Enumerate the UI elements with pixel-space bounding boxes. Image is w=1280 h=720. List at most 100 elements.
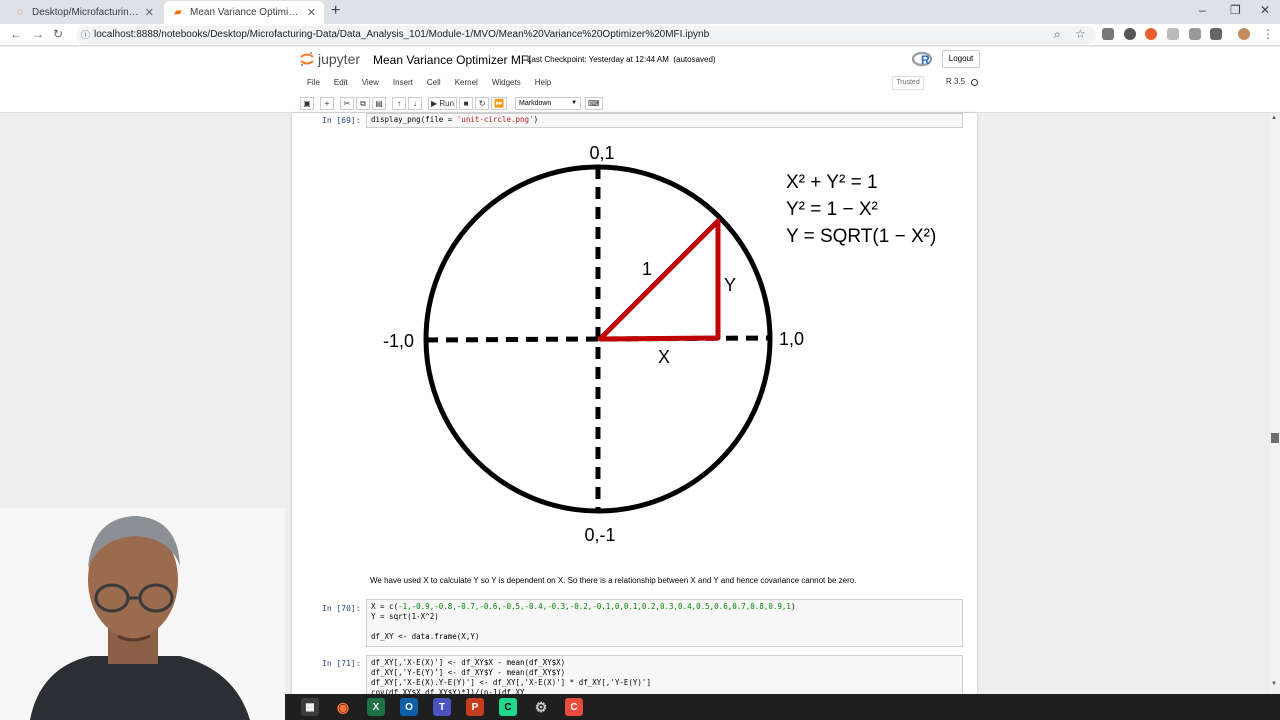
unit-circle-figure: 0,1 0,-1 -1,0 1,0 1 Y X X² + Y² = 1 Y² =… [383,143,936,545]
pycharm-icon[interactable]: C [499,698,517,716]
move-up-icon[interactable]: ↑ [392,96,406,110]
presenter-video-image [0,508,285,720]
url-text: localhost:8888/notebooks/Desktop/Microfa… [94,29,710,40]
code-string: 'unit-circle.png' [456,115,534,124]
jupyter-header: jupyter Mean Variance Optimizer MFI Last… [0,47,1280,113]
markdown-cell-text[interactable]: We have used X to calculate Y so Y is de… [370,576,856,585]
interrupt-icon[interactable]: ■ [459,96,474,110]
tab-close-icon[interactable]: ✕ [145,6,154,19]
back-icon[interactable]: ← [10,27,22,41]
browser-tab-strip: ◌ Desktop/Microfacturing-Data/Da ✕ ▰ Mea… [0,0,1280,24]
jupyter-logo-icon [300,52,314,66]
y-side-label: Y [724,275,736,295]
trusted-indicator[interactable]: Trusted [892,76,924,90]
notebook-toolbar: ▣ + ✂ ⧉ ▤ ↑ ↓ ▶ Run ■ ↻ ⏩ Markdown ▼ ⌨ [300,96,605,110]
powerpoint-icon[interactable]: P [466,698,484,716]
code-line: df_XY[,'X-E(X)'] <- df_XY$X - mean(df_XY… [371,658,566,667]
firefox-icon[interactable]: ◉ [334,698,352,716]
webcam-overlay [0,508,285,720]
teams-icon[interactable]: T [433,698,451,716]
reload-icon[interactable]: ↻ [53,27,63,41]
move-down-icon[interactable]: ↓ [408,96,422,110]
cell-prompt: In [71]: [322,659,361,668]
code-cell-70[interactable]: X = c(-1,-0.9,-0.8,-0.7,-0.6,-0.5,-0.4,-… [366,599,963,647]
forward-icon[interactable]: → [32,27,44,41]
menu-kernel[interactable]: Kernel [455,75,478,91]
r-logo-icon: R [912,51,933,67]
menu-widgets[interactable]: Widgets [492,75,521,91]
menu-edit[interactable]: Edit [334,75,348,91]
tab-title: Desktop/Microfacturing-Data/Da [32,7,141,18]
kernel-name: R 3.5 [946,77,966,86]
scrollbar-thumb[interactable] [1271,433,1279,443]
chevron-down-icon: ▼ [571,99,578,106]
menu-view[interactable]: View [362,75,379,91]
extension-icon[interactable] [1124,28,1136,40]
menu-cell[interactable]: Cell [427,75,441,91]
search-icon[interactable]: ⌕ [1054,27,1061,42]
restart-icon[interactable]: ↻ [475,96,490,110]
browser-tab-notebook[interactable]: ▰ Mean Variance Optimizer MFI - J ✕ [164,1,324,24]
left-point-label: -1,0 [383,331,414,351]
autosave-status: (autosaved) [673,55,716,64]
run-label: Run [439,98,455,108]
checkpoint-status: Last Checkpoint: Yesterday at 12:44 AM (… [527,55,716,64]
browser-tab-desktop[interactable]: ◌ Desktop/Microfacturing-Data/Da ✕ [6,1,162,24]
scroll-up-icon[interactable]: ▲ [1271,115,1277,121]
cell-prompt: In [70]: [322,604,361,613]
cell-prompt: In [69]: [322,116,361,125]
extension-icon[interactable] [1167,28,1179,40]
command-palette-icon[interactable]: ⌨ [585,96,603,110]
bottom-point-label: 0,-1 [584,525,615,545]
notebook-favicon-icon: ▰ [174,7,182,18]
cell-type-value: Markdown [519,99,552,107]
info-icon[interactable]: ⓘ [81,26,90,44]
save-icon[interactable]: ▣ [300,96,314,110]
insert-cell-icon[interactable]: + [320,96,334,110]
right-point-label: 1,0 [779,329,804,349]
new-tab-icon[interactable]: + [331,2,340,20]
restart-run-all-icon[interactable]: ⏩ [491,96,508,110]
tab-close-icon[interactable]: ✕ [307,6,316,19]
copy-icon[interactable]: ⧉ [356,96,370,110]
equation-1: X² + Y² = 1 [786,172,878,193]
restore-icon[interactable]: ❐ [1230,3,1241,17]
code-line: df_XY[,'X-E(X).Y-E(Y)'] <- df_XY[,'X-E(X… [371,678,651,687]
run-button[interactable]: ▶ Run [428,96,458,110]
browser-menu-icon[interactable]: ⋮ [1262,27,1274,41]
extension-icon[interactable] [1189,28,1201,40]
close-window-icon[interactable]: ✕ [1260,3,1270,17]
windows-taskbar: ▦ ◉ X O T P C ⚙ C [285,694,1280,720]
notebook-title[interactable]: Mean Variance Optimizer MFI [373,53,532,67]
excel-icon[interactable]: X [367,698,385,716]
code-numbers: -1,-0.9,-0.8,-0.7,-0.6,-0.5,-0.4,-0.3,-0… [398,602,791,611]
menu-help[interactable]: Help [535,75,551,91]
scroll-down-icon[interactable]: ▼ [1271,681,1277,687]
url-field[interactable]: ⓘ localhost:8888/notebooks/Desktop/Micro… [76,26,1096,44]
extension-icon[interactable] [1145,28,1157,40]
kernel-status-icon [971,79,978,86]
code-text: ) [790,602,796,611]
cut-icon[interactable]: ✂ [340,96,354,110]
bookmark-star-icon[interactable]: ☆ [1075,27,1086,41]
calculator-icon[interactable]: ▦ [301,698,319,716]
page-scrollbar[interactable]: ▲ ▼ [1270,113,1280,720]
profile-avatar[interactable] [1238,28,1250,40]
settings-icon[interactable]: ⚙ [532,698,550,716]
paste-icon[interactable]: ▤ [372,96,386,110]
code-text: ) [533,115,539,124]
address-bar-row: ← → ↻ ⓘ localhost:8888/notebooks/Desktop… [0,24,1280,46]
outlook-icon[interactable]: O [400,698,418,716]
menu-insert[interactable]: Insert [393,75,413,91]
code-line: df_XY <- data.frame(X,Y) [371,632,480,641]
cursor-app-icon[interactable]: C [565,698,583,716]
jupyter-logo[interactable]: jupyter [300,51,360,67]
cell-type-select[interactable]: Markdown ▼ [515,96,582,110]
logout-button[interactable]: Logout [942,50,980,68]
code-cell-69[interactable]: display_png(file = 'unit-circle.png') [366,113,963,128]
extension-icon[interactable] [1210,28,1222,40]
menu-file[interactable]: File [307,75,320,91]
extension-icon[interactable] [1102,28,1114,40]
jupyter-favicon-icon: ◌ [17,7,23,18]
minimize-icon[interactable]: – [1199,3,1206,17]
